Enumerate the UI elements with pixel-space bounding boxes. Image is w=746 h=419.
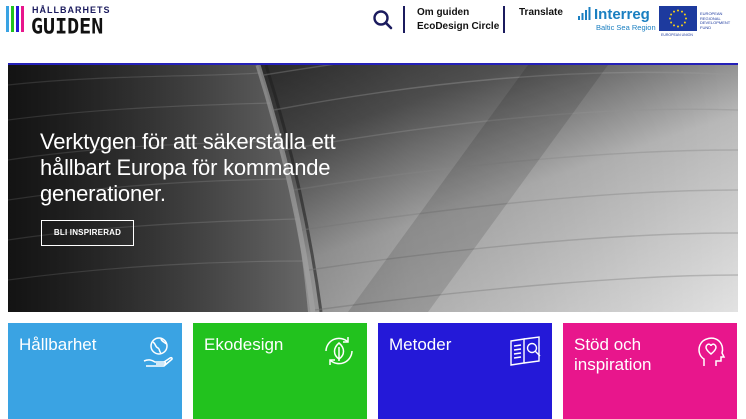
tile-label: Ekodesign (204, 335, 284, 354)
interreg-logo: Interreg Baltic Sea Region (578, 5, 658, 33)
hero-title: Verktygen för att säkerställa ett hållba… (40, 129, 336, 206)
search-icon[interactable] (372, 9, 394, 31)
open-book-icon (508, 333, 544, 369)
signal-icon (578, 7, 591, 20)
tile-stod-och-inspiration[interactable]: Stöd och inspiration (563, 323, 737, 419)
tile-ekodesign[interactable]: Ekodesign (193, 323, 367, 419)
eu-flag-icon (659, 6, 697, 31)
interreg-name: Interreg (594, 6, 650, 23)
logo-bars-icon (6, 6, 28, 32)
tile-metoder[interactable]: Metoder (378, 323, 552, 419)
logo-big-text: GUIDEN (31, 13, 104, 39)
nav-link-about[interactable]: Om guiden (417, 7, 469, 18)
leaf-cycle-icon (321, 333, 357, 369)
nav-divider (503, 6, 505, 33)
tile-label: Metoder (389, 335, 452, 354)
hero-banner: Verktygen för att säkerställa ett hållba… (8, 65, 738, 312)
nav-divider (403, 6, 405, 33)
site-header: HÅLLBARHETS GUIDEN Om guiden EcoDesign C… (0, 0, 746, 60)
tile-label: Hållbarhet (19, 335, 97, 354)
site-logo[interactable]: HÅLLBARHETS GUIDEN (6, 5, 116, 39)
interreg-region: Baltic Sea Region (596, 23, 656, 32)
globe-hand-icon (140, 333, 176, 369)
tile-hallbarhet[interactable]: Hållbarhet (8, 323, 182, 419)
translate-link[interactable]: Translate (519, 7, 563, 18)
get-inspired-button[interactable]: BLI INSPIRERAD (41, 220, 134, 246)
erdf-text: EUROPEAN REGIONAL DEVELOPMENT FUND (700, 11, 731, 30)
head-heart-icon (693, 333, 729, 369)
tile-label: Stöd och inspiration (574, 335, 652, 374)
eu-caption: EUROPEAN UNION (661, 33, 693, 37)
nav-link-ecodesign-circle[interactable]: EcoDesign Circle (417, 21, 499, 32)
